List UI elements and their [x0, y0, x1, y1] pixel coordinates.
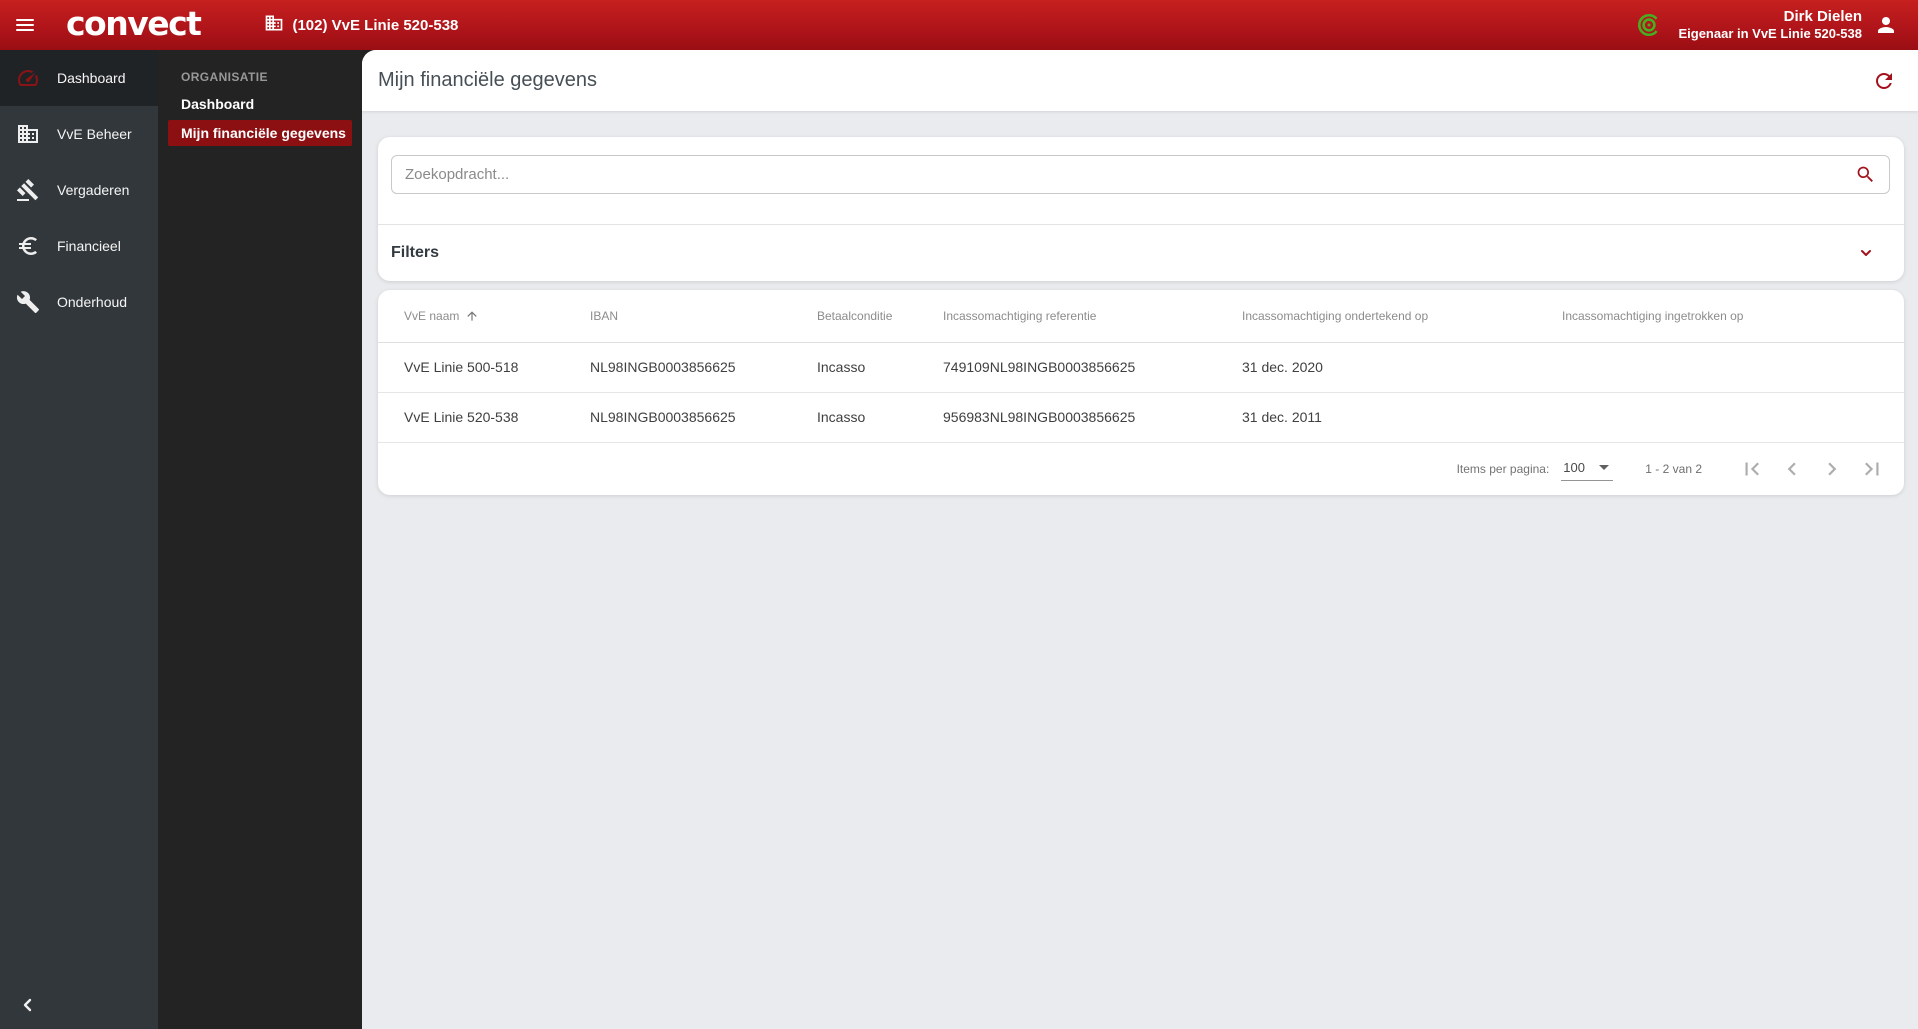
user-role: Eigenaar in VvE Linie 520-538 [1678, 26, 1862, 42]
column-header-vve-naam[interactable]: VvE naam [404, 309, 479, 323]
active-vve-chip[interactable]: (102) VvE Linie 520-538 [264, 13, 458, 37]
user-info[interactable]: Dirk Dielen Eigenaar in VvE Linie 520-53… [1678, 8, 1862, 43]
euro-icon [16, 234, 40, 258]
sidebar-item-label: Dashboard [57, 70, 126, 86]
top-bar: convect (102) VvE Linie 520-538 Dirk Die… [0, 0, 1918, 50]
sidebar-item-dashboard[interactable]: Dashboard [0, 50, 158, 106]
gavel-icon [16, 178, 40, 202]
previous-page-button[interactable] [1772, 449, 1812, 489]
main-content: Mijn financiële gegevens Filte [362, 50, 1918, 1029]
sort-ascending-icon [465, 309, 479, 323]
search-icon[interactable] [1855, 164, 1876, 185]
last-page-button[interactable] [1852, 449, 1892, 489]
sidebar-item-label: VvE Beheer [57, 126, 132, 142]
sidebar-item-financieel[interactable]: Financieel [0, 218, 158, 274]
sidebar-item-onderhoud[interactable]: Onderhoud [0, 274, 158, 330]
table-row[interactable]: VvE Linie 520-538 NL98INGB0003856625 Inc… [378, 392, 1904, 443]
column-header-betaalconditie[interactable]: Betaalconditie [817, 290, 943, 343]
cell-incasso-referentie: 749109NL98INGB0003856625 [943, 342, 1242, 393]
items-per-page-label: Items per pagina: [1456, 461, 1550, 476]
cell-betaalconditie: Incasso [817, 342, 943, 393]
sidebar-item-vergaderen[interactable]: Vergaderen [0, 162, 158, 218]
cell-betaalconditie: Incasso [817, 392, 943, 443]
building-icon [16, 122, 40, 146]
table-row[interactable]: VvE Linie 500-518 NL98INGB0003856625 Inc… [378, 342, 1904, 393]
status-target-icon[interactable] [1636, 12, 1662, 38]
search-input[interactable] [391, 155, 1890, 194]
next-page-button[interactable] [1812, 449, 1852, 489]
column-header-incasso-ondertekend[interactable]: Incassomachtiging ondertekend op [1242, 290, 1562, 343]
table-header-row: VvE naam IBAN Betaalconditie Incassomach… [378, 290, 1904, 343]
page-title: Mijn financiële gegevens [378, 69, 598, 91]
subnav-section-label: ORGANISATIE [181, 70, 268, 84]
filters-label: Filters [391, 244, 440, 261]
cell-incasso-ondertekend: 31 dec. 2020 [1242, 342, 1562, 393]
sidebar-item-label: Financieel [57, 238, 121, 254]
gauge-icon [16, 66, 40, 90]
chevron-down-icon[interactable] [1858, 245, 1874, 261]
select-arrow-icon [1599, 464, 1609, 470]
financial-data-table: VvE naam IBAN Betaalconditie Incassomach… [378, 290, 1904, 443]
collapse-sidebar-icon[interactable] [16, 993, 40, 1017]
first-page-button[interactable] [1732, 449, 1772, 489]
sidebar-item-label: Vergaderen [57, 182, 130, 198]
column-header-iban[interactable]: IBAN [590, 290, 817, 343]
cell-vve-naam: VvE Linie 520-538 [378, 392, 590, 443]
column-header-incasso-ingetrokken[interactable]: Incassomachtiging ingetrokken op [1562, 290, 1904, 343]
items-per-page-select[interactable]: 100 [1561, 457, 1614, 481]
app-logo: convect [66, 3, 202, 43]
primary-sidebar: Dashboard VvE Beheer Vergaderen Financie… [0, 50, 158, 1029]
subnav-item-dashboard[interactable]: Dashboard [168, 91, 352, 117]
building-icon [264, 13, 284, 37]
cell-vve-naam: VvE Linie 500-518 [378, 342, 590, 393]
items-per-page-value: 100 [1563, 459, 1585, 475]
cell-iban: NL98INGB0003856625 [590, 342, 817, 393]
column-header-incasso-referentie[interactable]: Incassomachtiging referentie [943, 290, 1242, 343]
cell-iban: NL98INGB0003856625 [590, 392, 817, 443]
cell-incasso-ingetrokken [1562, 392, 1904, 443]
cell-incasso-referentie: 956983NL98INGB0003856625 [943, 392, 1242, 443]
page-range-label: 1 - 2 van 2 [1645, 461, 1702, 476]
user-name: Dirk Dielen [1783, 7, 1862, 25]
refresh-button[interactable] [1870, 67, 1898, 95]
subnav-item-mijn-financiele-gegevens[interactable]: Mijn financiële gegevens [168, 120, 352, 146]
menu-icon[interactable] [2, 0, 48, 50]
cell-incasso-ondertekend: 31 dec. 2011 [1242, 392, 1562, 443]
active-vve-label: (102) VvE Linie 520-538 [292, 16, 459, 34]
search-filters-card: Filters [378, 137, 1904, 281]
paginator: Items per pagina: 100 1 - 2 van 2 [378, 443, 1904, 495]
financial-data-table-card: VvE naam IBAN Betaalconditie Incassomach… [378, 290, 1904, 495]
secondary-sidebar: ORGANISATIE Dashboard Mijn financiële ge… [158, 50, 362, 1029]
page-header: Mijn financiële gegevens [362, 50, 1918, 111]
sidebar-item-vve-beheer[interactable]: VvE Beheer [0, 106, 158, 162]
sidebar-item-label: Onderhoud [57, 294, 128, 310]
filters-expander[interactable]: Filters [378, 225, 1904, 281]
wrench-icon [16, 290, 40, 314]
cell-incasso-ingetrokken [1562, 342, 1904, 393]
person-icon[interactable] [1874, 13, 1898, 37]
